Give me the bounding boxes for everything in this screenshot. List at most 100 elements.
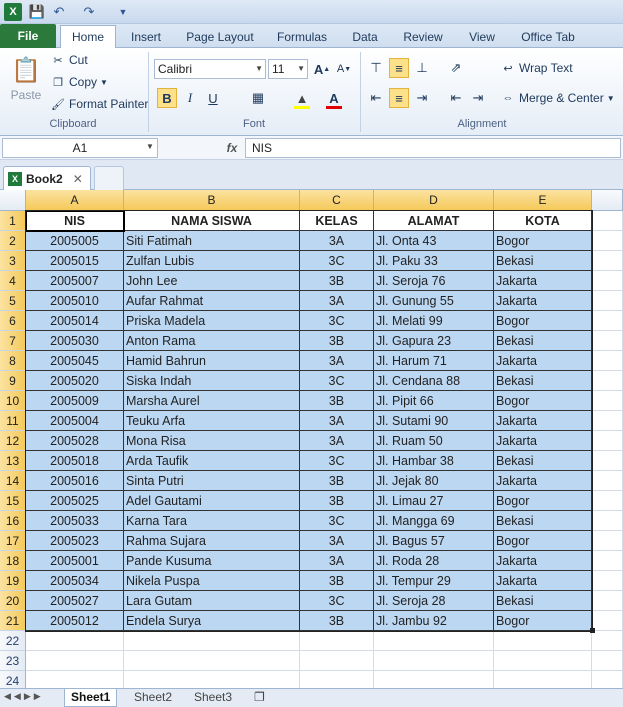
table-cell[interactable]: 3B xyxy=(300,271,374,291)
empty-cell[interactable] xyxy=(592,391,623,411)
empty-cell[interactable] xyxy=(592,451,623,471)
close-icon[interactable]: ✕ xyxy=(73,172,83,186)
font-name-select[interactable]: Calibri ▼ xyxy=(154,59,266,79)
column-header-c[interactable]: C xyxy=(300,190,374,211)
table-cell[interactable]: Jakarta xyxy=(494,571,592,591)
align-middle-icon[interactable]: ≡ xyxy=(389,58,409,78)
tab-view[interactable]: View xyxy=(462,28,502,48)
customize-qa-icon[interactable]: ▼ xyxy=(114,3,132,21)
table-cell[interactable]: 2005045 xyxy=(26,351,124,371)
empty-cell[interactable] xyxy=(592,611,623,631)
row-header[interactable]: 14 xyxy=(0,471,26,491)
table-cell[interactable]: Siska Indah xyxy=(124,371,300,391)
row-header[interactable]: 17 xyxy=(0,531,26,551)
table-cell[interactable]: 3B xyxy=(300,571,374,591)
row-header[interactable]: 22 xyxy=(0,631,26,651)
tab-page-layout[interactable]: Page Layout xyxy=(182,28,258,48)
empty-cell[interactable] xyxy=(494,651,592,671)
table-cell[interactable]: 3A xyxy=(300,291,374,311)
table-cell[interactable]: 3B xyxy=(300,491,374,511)
table-cell[interactable]: 3C xyxy=(300,251,374,271)
row-header[interactable]: 11 xyxy=(0,411,26,431)
table-cell[interactable]: 3B xyxy=(300,611,374,631)
table-cell[interactable]: Jl. Bagus 57 xyxy=(374,531,494,551)
fill-color-icon[interactable]: ▲ xyxy=(292,88,312,108)
table-cell[interactable]: Jakarta xyxy=(494,291,592,311)
paste-button[interactable]: 📋 Paste xyxy=(8,54,44,103)
table-cell[interactable]: 2005027 xyxy=(26,591,124,611)
empty-cell[interactable] xyxy=(592,251,623,271)
empty-cell[interactable] xyxy=(300,651,374,671)
empty-cell[interactable] xyxy=(592,531,623,551)
table-header-cell[interactable]: NAMA SISWA xyxy=(124,211,300,231)
formula-input[interactable]: NIS xyxy=(245,138,621,158)
table-cell[interactable]: John Lee xyxy=(124,271,300,291)
align-bottom-icon[interactable]: ⊥ xyxy=(412,58,432,78)
table-cell[interactable]: 2005016 xyxy=(26,471,124,491)
table-cell[interactable]: 2005010 xyxy=(26,291,124,311)
table-cell[interactable]: Priska Madela xyxy=(124,311,300,331)
empty-cell[interactable] xyxy=(124,651,300,671)
table-cell[interactable]: Jl. Seroja 76 xyxy=(374,271,494,291)
empty-cell[interactable] xyxy=(124,631,300,651)
table-cell[interactable]: Bekasi xyxy=(494,331,592,351)
table-cell[interactable]: 3A xyxy=(300,551,374,571)
table-cell[interactable]: Jl. Mangga 69 xyxy=(374,511,494,531)
table-header-cell[interactable]: ALAMAT xyxy=(374,211,494,231)
table-cell[interactable]: Anton Rama xyxy=(124,331,300,351)
row-header[interactable]: 21 xyxy=(0,611,26,631)
table-cell[interactable]: 2005015 xyxy=(26,251,124,271)
table-cell[interactable]: Lara Gutam xyxy=(124,591,300,611)
select-all-corner[interactable] xyxy=(0,190,26,211)
table-cell[interactable]: Bekasi xyxy=(494,371,592,391)
column-header-d[interactable]: D xyxy=(374,190,494,211)
row-header[interactable]: 20 xyxy=(0,591,26,611)
table-cell[interactable]: 3A xyxy=(300,231,374,251)
table-cell[interactable]: Jl. Gunung 55 xyxy=(374,291,494,311)
row-header[interactable]: 10 xyxy=(0,391,26,411)
table-cell[interactable]: Jl. Limau 27 xyxy=(374,491,494,511)
table-cell[interactable]: Jl. Onta 43 xyxy=(374,231,494,251)
empty-cell[interactable] xyxy=(592,571,623,591)
row-header[interactable]: 6 xyxy=(0,311,26,331)
align-top-icon[interactable]: ⊤ xyxy=(366,58,386,78)
empty-cell[interactable] xyxy=(592,231,623,251)
empty-cell[interactable] xyxy=(592,291,623,311)
table-cell[interactable]: Bogor xyxy=(494,611,592,631)
orientation-icon[interactable]: ⇗ xyxy=(446,58,466,78)
table-cell[interactable]: Jl. Seroja 28 xyxy=(374,591,494,611)
empty-cell[interactable] xyxy=(592,551,623,571)
table-cell[interactable]: Siti Fatimah xyxy=(124,231,300,251)
format-painter-button[interactable]: 🖌 Format Painter xyxy=(50,96,148,112)
table-cell[interactable]: 2005009 xyxy=(26,391,124,411)
font-size-select[interactable]: 11 ▼ xyxy=(268,59,308,79)
table-cell[interactable]: Jakarta xyxy=(494,431,592,451)
table-cell[interactable]: 3C xyxy=(300,371,374,391)
empty-cell[interactable] xyxy=(592,211,623,231)
tab-office-tab[interactable]: Office Tab xyxy=(514,28,582,48)
table-cell[interactable]: Rahma Sujara xyxy=(124,531,300,551)
table-cell[interactable]: Nikela Puspa xyxy=(124,571,300,591)
tab-data[interactable]: Data xyxy=(346,28,384,48)
table-cell[interactable]: Hamid Bahrun xyxy=(124,351,300,371)
table-cell[interactable]: 3B xyxy=(300,331,374,351)
empty-cell[interactable] xyxy=(592,331,623,351)
table-cell[interactable]: Jl. Paku 33 xyxy=(374,251,494,271)
table-cell[interactable]: Jl. Jambu 92 xyxy=(374,611,494,631)
table-cell[interactable]: 2005034 xyxy=(26,571,124,591)
name-box[interactable]: A1 xyxy=(2,138,158,158)
fx-icon[interactable]: fx xyxy=(222,138,242,158)
table-cell[interactable]: Bekasi xyxy=(494,591,592,611)
empty-cell[interactable] xyxy=(592,411,623,431)
table-cell[interactable]: 2005023 xyxy=(26,531,124,551)
table-cell[interactable]: Sinta Putri xyxy=(124,471,300,491)
table-cell[interactable]: Jakarta xyxy=(494,411,592,431)
row-header[interactable]: 2 xyxy=(0,231,26,251)
row-header[interactable]: 19 xyxy=(0,571,26,591)
table-cell[interactable]: Bekasi xyxy=(494,511,592,531)
table-cell[interactable]: Pande Kusuma xyxy=(124,551,300,571)
table-cell[interactable]: 2005018 xyxy=(26,451,124,471)
font-color-icon[interactable]: A xyxy=(324,88,344,108)
table-cell[interactable]: 2005020 xyxy=(26,371,124,391)
table-cell[interactable]: Jl. Harum 71 xyxy=(374,351,494,371)
